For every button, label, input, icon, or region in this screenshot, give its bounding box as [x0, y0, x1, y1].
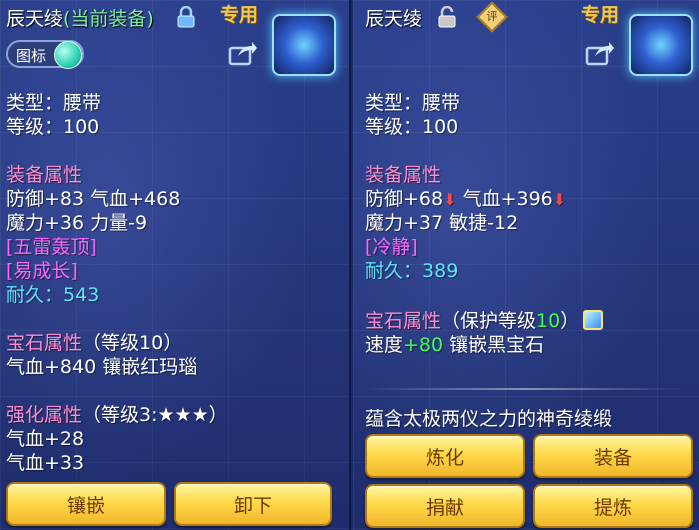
share-icon[interactable] — [585, 40, 615, 66]
item-name: 辰天绫 — [6, 8, 64, 30]
rating-label: 评 — [486, 10, 498, 23]
enhance-attr-heading: 强化属性 — [6, 404, 83, 426]
attr-line-2: 魔力+37 敏捷-12 — [365, 212, 519, 234]
icon-toggle[interactable]: 图标 — [6, 40, 84, 69]
durability-label: 耐久： — [6, 284, 64, 306]
exclusive-tag: 专用 — [581, 4, 620, 26]
enhance-line-2: 气血+33 — [6, 452, 85, 474]
down-arrow-icon: ⬇ — [552, 190, 567, 209]
divider — [365, 388, 685, 390]
durability: 耐久：543 — [6, 280, 99, 307]
attr-defense: 防御+68 — [365, 188, 444, 210]
gem-attr-line: 气血+840 镶嵌红玛瑙 — [6, 356, 198, 378]
gem-level-prefix: （保护等级 — [441, 310, 537, 332]
gem-speed-label: 速度 — [365, 334, 404, 356]
item-level: 等级：100 — [6, 116, 100, 138]
equipped-status: (当前装备) — [63, 8, 154, 30]
donate-button[interactable]: 捐献 — [365, 484, 525, 528]
equip-attr-heading: 装备属性 — [365, 164, 442, 186]
equip-attr-heading: 装备属性 — [6, 164, 83, 186]
item-type: 类型：腰带 — [6, 92, 102, 114]
gem-attr-row: 宝石属性（等级10） — [6, 328, 182, 355]
inlay-button[interactable]: 镶嵌 — [6, 482, 166, 526]
gem-attr-heading: 宝石属性 — [6, 332, 83, 354]
lock-icon[interactable] — [176, 6, 196, 28]
durability-value: 389 — [422, 260, 459, 282]
current-equipment-panel: 辰天绫(当前装备) 专用 图标 类型：腰带 等级：100 装备属性 防御+83 … — [0, 0, 351, 530]
rating-icon[interactable]: 评 — [476, 1, 508, 33]
item-description: 蕴含太极两仪之力的神奇绫缎 — [365, 408, 613, 430]
gem-icon — [583, 310, 604, 330]
share-icon[interactable] — [228, 40, 258, 66]
attr-line-2: 魔力+36 力量-9 — [6, 212, 148, 234]
down-arrow-icon: ⬇ — [443, 190, 457, 209]
refine-button[interactable]: 炼化 — [365, 434, 525, 478]
gem-inlay-text: 镶嵌黑宝石 — [449, 334, 545, 356]
equip-button[interactable]: 装备 — [533, 434, 693, 478]
gem-speed-value: +80 — [403, 334, 444, 356]
extract-button[interactable]: 提炼 — [533, 484, 693, 528]
attr-hp: 气血+396 — [462, 188, 553, 210]
item-title: 辰天绫(当前装备) — [6, 4, 154, 31]
enhance-line-1: 气血+28 — [6, 428, 85, 450]
item-level: 等级：100 — [365, 116, 459, 138]
toggle-label: 图标 — [16, 47, 47, 65]
durability: 耐久：389 — [365, 256, 458, 283]
durability-value: 543 — [63, 284, 100, 306]
gem-level-value: 10 — [536, 310, 561, 332]
item-title: 辰天绫 — [365, 4, 422, 31]
exclusive-tag: 专用 — [220, 4, 259, 26]
special-effect-1: [五雷轰顶] — [6, 236, 97, 258]
special-effect-2: [易成长] — [6, 260, 78, 282]
unequip-button[interactable]: 卸下 — [174, 482, 332, 526]
enhance-level: （等级3:★★★） — [82, 404, 228, 426]
attr-line-1: 防御+83 气血+468 — [6, 188, 181, 210]
belt-item-icon[interactable] — [629, 14, 693, 76]
special-effect-1: [冷静] — [365, 236, 418, 258]
enhance-attr-row: 强化属性（等级3:★★★） — [6, 400, 228, 427]
durability-label: 耐久： — [365, 260, 423, 282]
toggle-knob — [54, 41, 82, 69]
belt-item-icon[interactable] — [272, 14, 336, 76]
gem-attr-row: 宝石属性（保护等级10） — [365, 306, 604, 333]
gem-level: （等级10） — [82, 332, 183, 354]
unlock-icon[interactable] — [437, 6, 457, 28]
gem-attr-line: 速度+80 镶嵌黑宝石 — [365, 330, 544, 357]
gem-attr-heading: 宝石属性 — [365, 310, 442, 332]
compare-equipment-panel: 辰天绫 评 专用 类型：腰带 等级：100 装备属性 防御+68⬇ 气血+396… — [353, 0, 699, 530]
item-name: 辰天绫 — [365, 8, 423, 30]
item-type: 类型：腰带 — [365, 92, 461, 114]
gem-level-suffix: ） — [560, 310, 580, 332]
attr-line-1: 防御+68⬇ 气血+396⬇ — [365, 184, 566, 211]
